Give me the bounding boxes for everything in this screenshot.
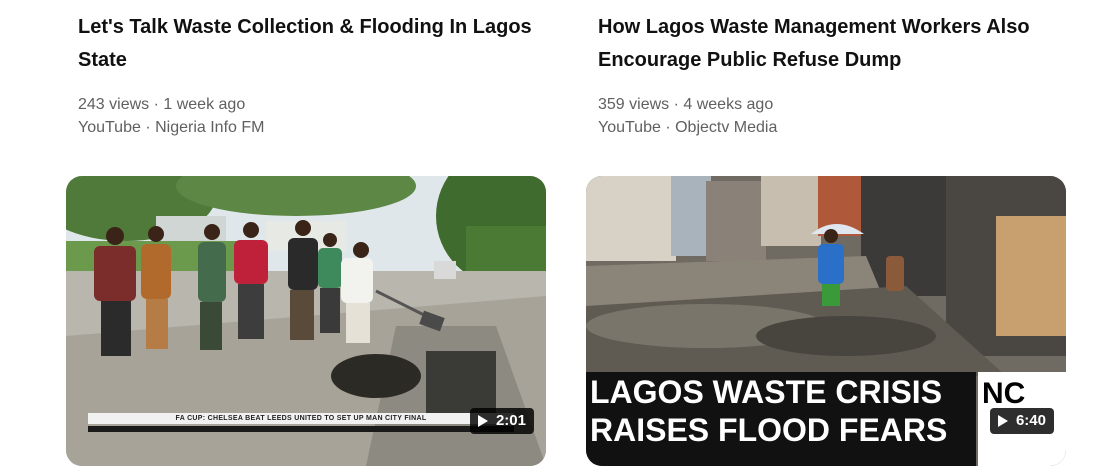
source-name: YouTube bbox=[598, 119, 661, 136]
ticker-bar bbox=[88, 426, 514, 432]
meta-separator: · bbox=[149, 96, 164, 113]
duration-badge: 6:40 bbox=[989, 408, 1054, 434]
meta-separator: · bbox=[669, 96, 684, 113]
upload-age: 1 week ago bbox=[163, 96, 246, 113]
video-meta: 359 views · 4 weeks ago YouTube · Object… bbox=[598, 93, 777, 139]
headline-banner: LAGOS WASTE CRISIS RAISES FLOOD FEARS bbox=[586, 372, 976, 466]
duration-badge: 2:01 bbox=[469, 408, 534, 434]
news-ticker: FA CUP: CHELSEA BEAT LEEDS UNITED TO SET… bbox=[88, 413, 514, 424]
video-source: YouTube · Nigeria Info FM bbox=[78, 116, 264, 139]
source-name: YouTube bbox=[78, 119, 141, 136]
video-card[interactable]: How Lagos Waste Management Workers Also … bbox=[586, 0, 1068, 466]
video-thumbnail[interactable]: LAGOS WASTE CRISIS RAISES FLOOD FEARS NC… bbox=[586, 176, 1066, 466]
play-icon bbox=[477, 415, 488, 427]
view-count: 359 views bbox=[598, 96, 670, 113]
headline-line: LAGOS WASTE CRISIS bbox=[590, 374, 943, 410]
play-icon bbox=[997, 415, 1008, 427]
video-card[interactable]: Let's Talk Waste Collection & Flooding I… bbox=[66, 0, 548, 466]
video-stats: 243 views · 1 week ago bbox=[78, 93, 264, 116]
video-title[interactable]: Let's Talk Waste Collection & Flooding I… bbox=[78, 11, 548, 77]
video-stats: 359 views · 4 weeks ago bbox=[598, 93, 777, 116]
video-thumbnail[interactable]: FA CUP: CHELSEA BEAT LEEDS UNITED TO SET… bbox=[66, 176, 546, 466]
video-title[interactable]: How Lagos Waste Management Workers Also … bbox=[598, 11, 1068, 77]
headline-line: RAISES FLOOD FEARS bbox=[590, 412, 948, 448]
view-count: 243 views bbox=[78, 96, 150, 113]
video-meta: 243 views · 1 week ago YouTube · Nigeria… bbox=[78, 93, 264, 139]
channel-name[interactable]: Nigeria Info FM bbox=[155, 119, 264, 136]
duration-text: 6:40 bbox=[1015, 412, 1046, 429]
meta-separator: · bbox=[140, 119, 156, 136]
duration-text: 2:01 bbox=[495, 412, 526, 429]
upload-age: 4 weeks ago bbox=[683, 96, 774, 113]
video-source: YouTube · Objectv Media bbox=[598, 116, 777, 139]
meta-separator: · bbox=[660, 119, 676, 136]
channel-name[interactable]: Objectv Media bbox=[675, 119, 777, 136]
